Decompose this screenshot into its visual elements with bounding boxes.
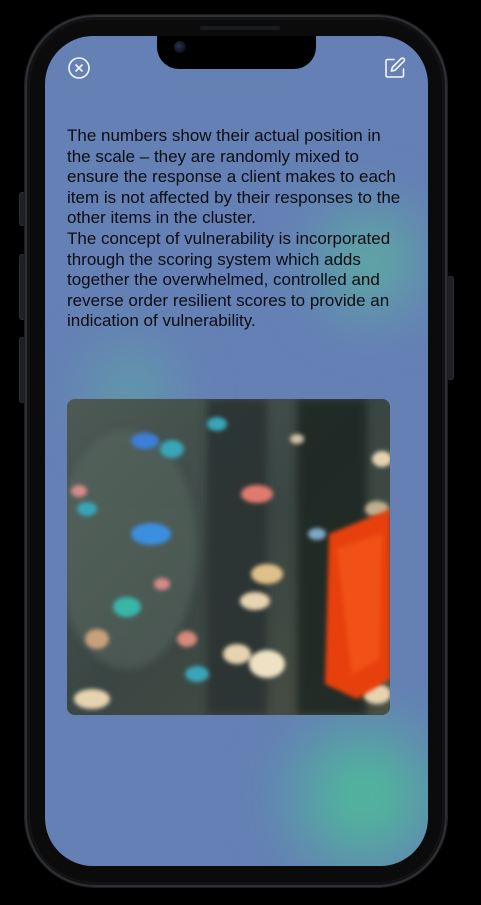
- gradient-glow: [265, 696, 428, 866]
- edit-icon: [385, 57, 406, 78]
- article-text: The numbers show their actual position i…: [67, 126, 407, 332]
- earpiece-speaker: [200, 26, 280, 30]
- front-camera: [174, 41, 186, 53]
- edit-button[interactable]: [383, 56, 407, 80]
- paragraph-2: The concept of vulnerability is incorpor…: [67, 228, 391, 331]
- power-button: [447, 276, 454, 380]
- notch: [157, 36, 316, 69]
- paragraph-1: The numbers show their actual position i…: [67, 126, 401, 228]
- device-stage: The numbers show their actual position i…: [0, 0, 481, 905]
- home-indicator: [171, 850, 301, 855]
- blurred-photo: [67, 399, 390, 715]
- article-image: [67, 399, 390, 715]
- phone-screen: The numbers show their actual position i…: [45, 36, 428, 866]
- close-circle-icon: [68, 57, 90, 79]
- close-button[interactable]: [67, 56, 91, 80]
